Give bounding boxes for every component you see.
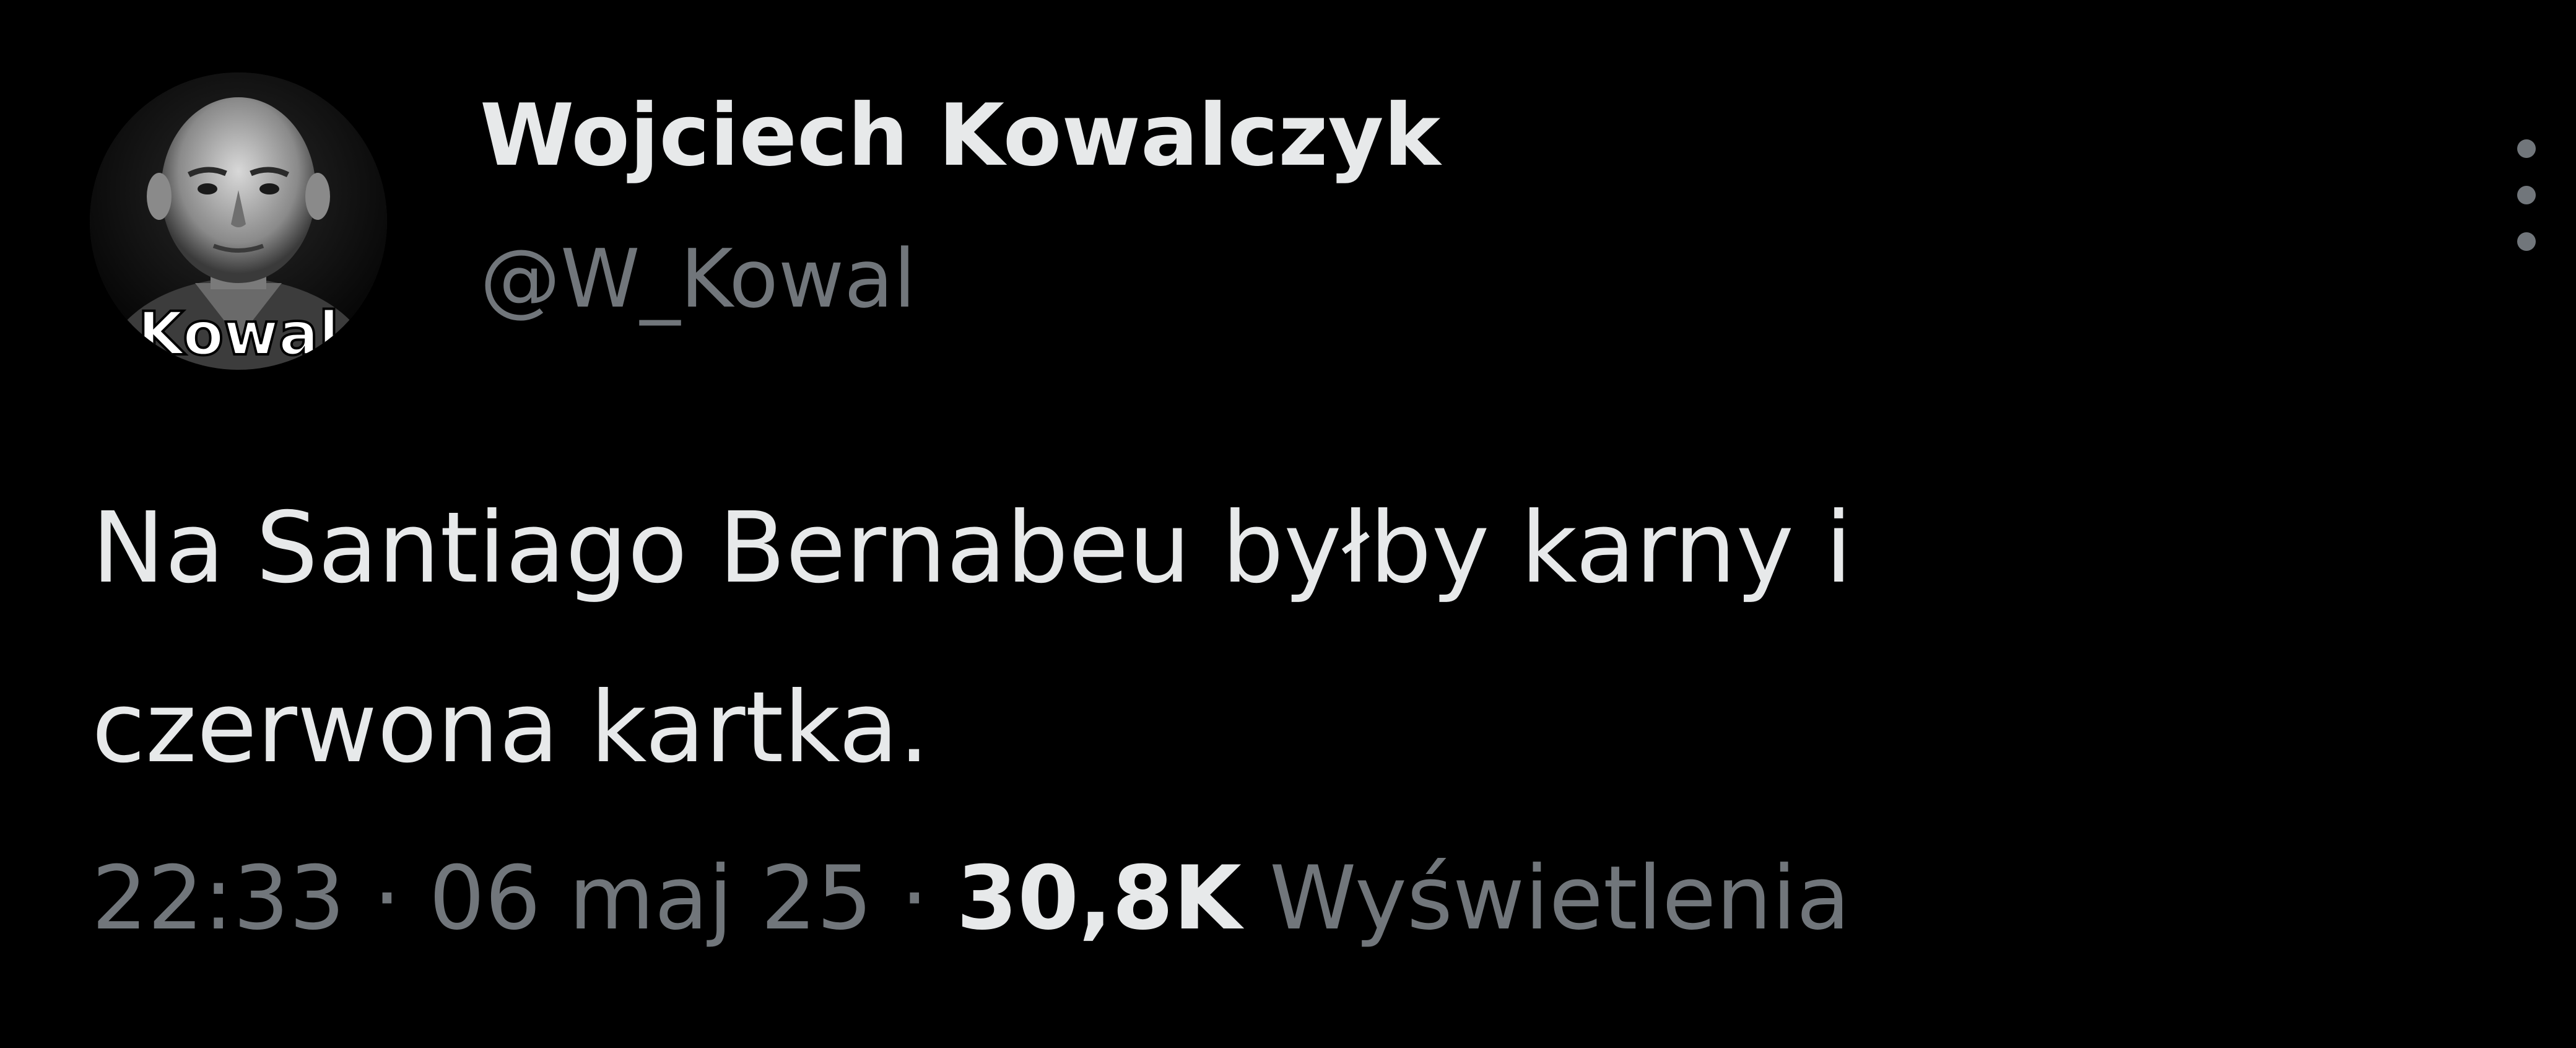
avatar[interactable]: Kowal <box>90 72 387 370</box>
more-vertical-icon <box>2517 139 2536 158</box>
author-handle[interactable]: @W_Kowal <box>480 238 916 319</box>
meta-separator: · <box>373 847 401 950</box>
more-vertical-icon <box>2517 186 2536 204</box>
tweet-meta: 22:33 · 06 maj 25 · 30,8K Wyświetlenia <box>92 855 1850 943</box>
tweet-text-line: czerwona kartka. <box>92 671 930 785</box>
avatar-overlay-text: Kowal <box>137 299 339 369</box>
tweet-card: Kowal Wojciech Kowalczyk @W_Kowal Na San… <box>0 0 2576 1048</box>
tweet-date[interactable]: 06 maj 25 <box>429 847 872 950</box>
more-options-button[interactable] <box>2502 139 2551 251</box>
views-count[interactable]: 30,8K <box>957 847 1242 950</box>
views-label: Wyświetlenia <box>1269 847 1850 950</box>
tweet-text: Na Santiago Bernabeu byłby karny i czerw… <box>92 458 2445 818</box>
avatar-photo: Kowal <box>90 72 387 370</box>
author-display-name[interactable]: Wojciech Kowalczyk <box>480 93 1440 178</box>
tweet-time[interactable]: 22:33 <box>92 847 345 950</box>
more-vertical-icon <box>2517 232 2536 251</box>
tweet-text-line: Na Santiago Bernabeu byłby karny i <box>92 491 1853 605</box>
meta-separator: · <box>900 847 929 950</box>
